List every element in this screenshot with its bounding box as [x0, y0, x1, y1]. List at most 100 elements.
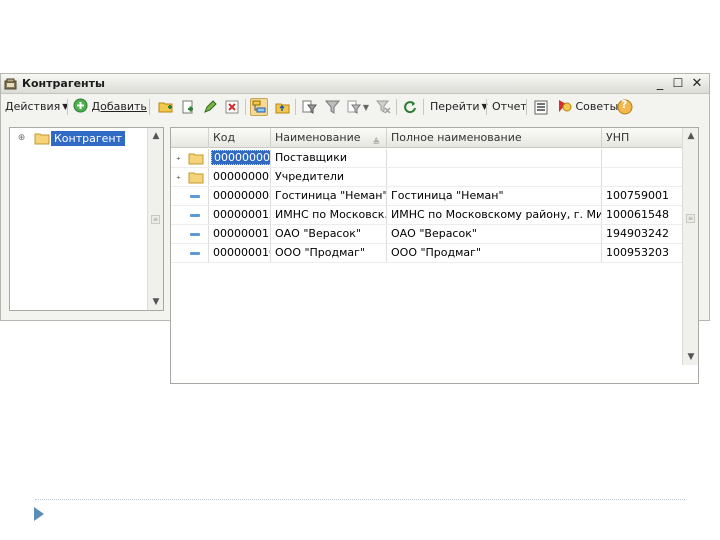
counterparties-list: Код Наименование ≜ Полное наименование У…: [170, 127, 699, 384]
tips-label: Советы: [575, 100, 619, 113]
toolbar-separator: [423, 99, 424, 115]
grid-scrollbar[interactable]: ▲ ≡ ▼: [682, 128, 698, 365]
row-icon-cell: [171, 225, 209, 243]
tree-root-item[interactable]: Контрагент: [51, 131, 126, 146]
scroll-down-arrow-icon[interactable]: ▼: [683, 349, 698, 365]
cell-name: Гостиница "Неман": [271, 187, 387, 205]
help-label: ?: [621, 98, 628, 111]
add-button[interactable]: Добавить: [73, 98, 147, 116]
cell-text: ОАО "Верасок": [275, 227, 361, 240]
cell-code: 000000007: [209, 168, 271, 186]
cell-text: 000000008: [213, 189, 271, 202]
cell-unp: 100953203: [602, 244, 683, 262]
header-code[interactable]: Код: [209, 128, 271, 148]
sort-ascending-icon: ≜: [372, 138, 380, 148]
item-icon: [190, 233, 200, 236]
actions-menu[interactable]: Действия ▼: [5, 98, 68, 116]
table-row[interactable]: 000000008 Гостиница "Неман" Гостиница "Нем…: [171, 187, 683, 206]
hierarchy-view-icon[interactable]: [250, 98, 268, 116]
cell-text: ООО "Продмаг": [391, 246, 481, 259]
cell-code: 000000001: [209, 149, 271, 167]
actions-label: Действия: [5, 100, 61, 113]
add-icon: [73, 98, 88, 113]
toolbar-separator: [526, 99, 527, 115]
scroll-thumb[interactable]: ≡: [686, 214, 695, 223]
header-name[interactable]: Наименование ≜: [271, 128, 387, 148]
window-title: Контрагенты: [22, 77, 105, 90]
refresh-icon[interactable]: [401, 98, 419, 116]
title-bar: Контрагенты _ ☐ ✕: [1, 74, 709, 94]
cell-text: 194903242: [606, 227, 669, 240]
goto-label: Перейти: [430, 100, 480, 113]
list-settings-icon[interactable]: [532, 98, 550, 116]
close-button[interactable]: ✕: [690, 76, 704, 91]
clear-filter-icon[interactable]: [374, 98, 392, 116]
scroll-thumb[interactable]: ≡: [151, 215, 160, 224]
cell-text: Учредители: [275, 170, 345, 183]
scroll-up-arrow-icon[interactable]: ▲: [148, 128, 164, 144]
toolbar-separator: [396, 99, 397, 115]
header-name-label: Наименование: [275, 131, 361, 144]
cell-code: 000000012: [209, 206, 271, 224]
edit-icon[interactable]: [201, 98, 219, 116]
cell-unp: 100061548: [602, 206, 683, 224]
row-icon-cell: [171, 187, 209, 205]
header-unp[interactable]: УНП: [602, 128, 683, 148]
scroll-up-arrow-icon[interactable]: ▲: [683, 128, 698, 144]
level-up-icon[interactable]: [273, 98, 291, 116]
cell-text: 000000010: [213, 246, 271, 259]
group-row[interactable]: ⁺ 000000007 Учредители: [171, 168, 683, 187]
tree-expander-icon[interactable]: ⊕: [17, 134, 26, 143]
minimize-button[interactable]: _: [653, 76, 667, 91]
help-icon[interactable]: ?: [616, 98, 634, 116]
expand-group-icon[interactable]: ⁺: [176, 152, 181, 167]
add-group-icon[interactable]: [157, 98, 175, 116]
cell-unp: 194903242: [602, 225, 683, 243]
filter-settings-icon[interactable]: [300, 98, 318, 116]
cell-text: 000000011: [213, 227, 271, 240]
maximize-button[interactable]: ☐: [671, 76, 685, 91]
group-tree[interactable]: ⊕ Контрагент ▲ ≡ ▼: [9, 127, 164, 311]
cell-full-name: ООО "Продмаг": [387, 244, 602, 262]
report-button[interactable]: Отчет: [492, 98, 527, 116]
cell-text: 000000012: [213, 208, 271, 221]
table-row[interactable]: 000000010 ООО "Продмаг" ООО "Продмаг" 10095…: [171, 244, 683, 263]
expand-group-icon[interactable]: ⁺: [176, 171, 181, 186]
tree-scrollbar[interactable]: ▲ ≡ ▼: [147, 128, 163, 310]
cell-full-name: [387, 149, 602, 167]
cell-text: ИМНС по Московск...: [275, 208, 387, 221]
tips-icon: [559, 100, 572, 112]
item-icon: [190, 195, 200, 198]
window-app-icon: [4, 78, 17, 90]
cell-name: ИМНС по Московск...: [271, 206, 387, 224]
cell-full-name: ОАО "Верасок": [387, 225, 602, 243]
tips-button[interactable]: Советы: [556, 98, 618, 116]
item-icon: [190, 214, 200, 217]
counterparties-window: Контрагенты _ ☐ ✕ Действия ▼ Добавить ▼ …: [0, 73, 710, 384]
copy-item-icon[interactable]: [179, 98, 197, 116]
goto-menu[interactable]: Перейти ▼: [430, 98, 488, 116]
filter-by-value-icon[interactable]: [323, 98, 341, 116]
table-row[interactable]: 000000011 ОАО "Верасок" ОАО "Верасок" 19490…: [171, 225, 683, 244]
cell-code: 000000008: [209, 187, 271, 205]
slide-divider: [35, 499, 685, 500]
table-row[interactable]: 000000012 ИМНС по Московск... ИМНС по Моск…: [171, 206, 683, 225]
cell-name: ООО "Продмаг": [271, 244, 387, 262]
group-row[interactable]: ⁺ 000000001 Поставщики: [171, 149, 683, 168]
cell-text: 000000001: [211, 150, 270, 165]
cell-text: Гостиница "Неман": [275, 189, 387, 202]
cell-name: ОАО "Верасок": [271, 225, 387, 243]
toolbar-separator: [295, 99, 296, 115]
row-icon-cell: [171, 244, 209, 262]
toolbar: Действия ▼ Добавить ▼ Перейти ▼ Отчет Со…: [1, 95, 709, 119]
delete-icon[interactable]: [223, 98, 241, 116]
header-icon-column: [171, 128, 209, 148]
cell-text: ООО "Продмаг": [275, 246, 365, 259]
toolbar-separator: [67, 99, 68, 115]
folder-icon: [188, 153, 204, 165]
cell-full-name: [387, 168, 602, 186]
scroll-down-arrow-icon[interactable]: ▼: [148, 294, 164, 310]
filter-history-icon[interactable]: ▼: [346, 98, 370, 116]
cell-unp: [602, 149, 683, 167]
header-full-name[interactable]: Полное наименование: [387, 128, 602, 148]
